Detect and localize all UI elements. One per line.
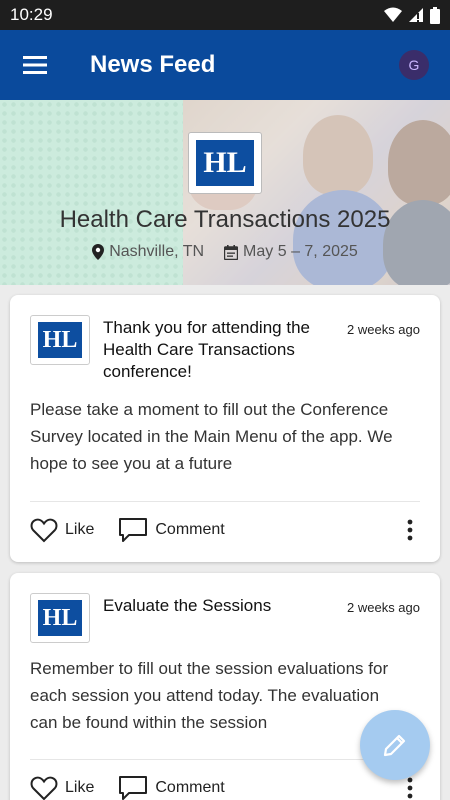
status-icons [384,6,440,24]
app-bar: News Feed G [0,30,450,100]
battery-icon [430,6,440,24]
more-options-button[interactable] [400,777,420,799]
event-dates: May 5 – 7, 2025 [224,243,358,261]
post-actions: Like Comment [30,775,420,800]
comment-label: Comment [155,521,225,538]
event-logo: HL [188,132,262,194]
post-actions: Like Comment [30,517,420,543]
like-button[interactable]: Like [30,517,94,543]
divider [30,501,420,502]
post-timestamp: 2 weeks ago [347,600,420,615]
event-title: Health Care Transactions 2025 [59,206,391,233]
more-vert-icon [407,777,413,799]
post-body: Please take a moment to fill out the Con… [30,400,393,473]
event-location: Nashville, TN [92,243,204,261]
post-title: Evaluate the Sessions [103,596,272,615]
post-title: Thank you for attending the Health Care … [103,318,310,381]
signal-icon [409,8,423,22]
divider [30,759,420,760]
comment-label: Comment [155,779,225,796]
status-bar: 10:29 [0,0,450,30]
post-logo: HL [30,593,90,643]
compose-button[interactable] [360,710,430,780]
event-location-text: Nashville, TN [109,243,205,260]
event-banner: HL Health Care Transactions 2025 Nashvil… [0,100,450,285]
comment-icon [119,518,148,542]
like-label: Like [65,779,95,796]
more-options-button[interactable] [400,519,420,541]
calendar-icon [224,244,239,260]
heart-icon [30,776,58,800]
avatar[interactable]: G [399,50,429,80]
post-body: Remember to fill out the session evaluat… [30,659,389,732]
like-label: Like [65,521,95,538]
comment-icon [119,776,148,800]
comment-button[interactable]: Comment [118,517,225,543]
post-timestamp: 2 weeks ago [347,322,420,337]
comment-button[interactable]: Comment [118,775,225,800]
event-meta: Nashville, TN May 5 – 7, 2025 [0,243,450,261]
pencil-icon [383,734,406,757]
like-button[interactable]: Like [30,775,94,800]
status-time: 10:29 [10,5,53,24]
post-logo: HL [30,315,90,365]
wifi-icon [384,7,402,22]
post-card[interactable]: HL Thank you for attending the Health Ca… [10,295,440,562]
event-dates-text: May 5 – 7, 2025 [243,243,358,260]
page-title: News Feed [90,51,216,78]
menu-icon [23,56,47,74]
heart-icon [30,518,58,543]
more-vert-icon [407,519,413,541]
location-pin-icon [92,244,105,260]
menu-button[interactable] [0,30,70,100]
